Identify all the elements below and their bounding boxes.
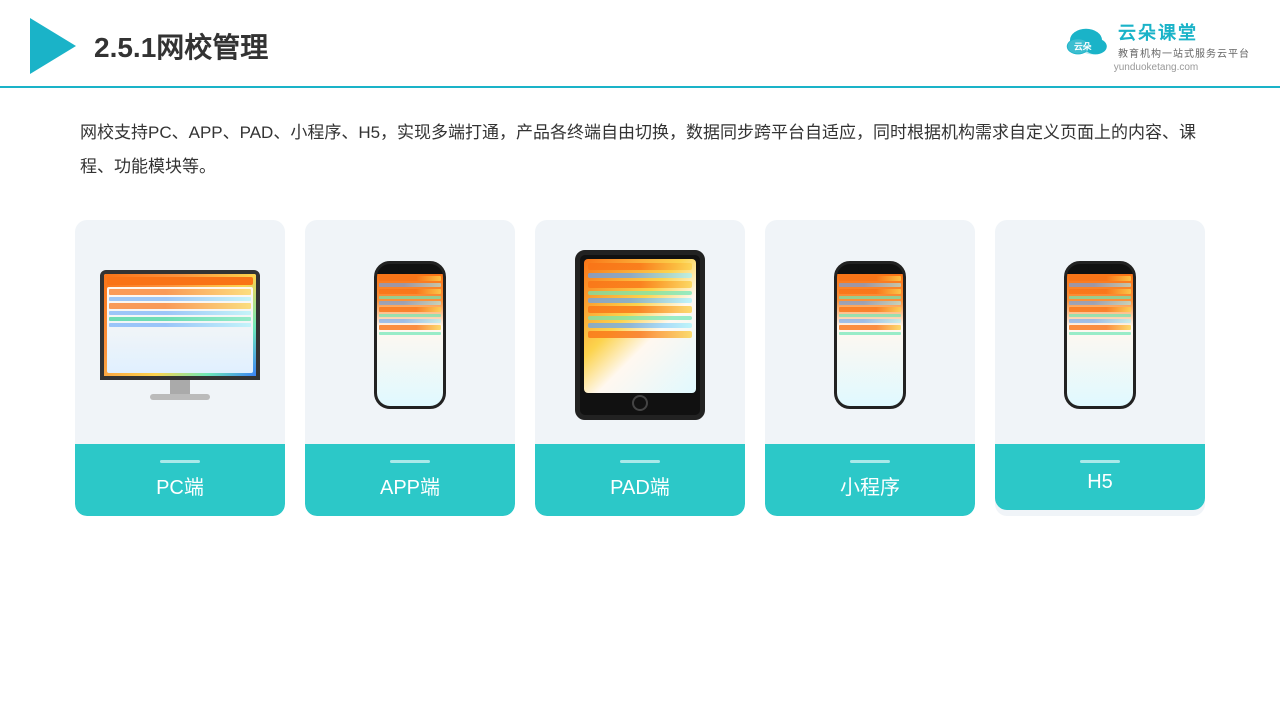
card-app: APP端 [305,220,515,516]
brand-section: 云朵 云朵课堂 教育机构一站式服务云平台 yunduoketang.com [1062,19,1250,73]
cards-container: PC端 [0,200,1280,536]
brand-logo: 云朵 云朵课堂 教育机构一站式服务云平台 [1062,19,1250,60]
card-mini-image [765,220,975,440]
brand-sub: 教育机构一站式服务云平台 [1118,45,1250,60]
svg-text:云朵: 云朵 [1074,41,1092,51]
logo-triangle-icon [30,18,76,74]
h5-phone-mockup [1064,261,1136,409]
mini-phone-body [834,261,906,409]
brand-text: 云朵课堂 教育机构一站式服务云平台 [1118,19,1250,60]
card-app-image [305,220,515,440]
cloud-icon: 云朵 [1062,24,1110,56]
card-pad-image [535,220,745,440]
card-pad: PAD端 [535,220,745,516]
card-app-label: APP端 [305,444,515,516]
card-mini: 小程序 [765,220,975,516]
brand-name: 云朵课堂 [1118,19,1198,45]
pc-screen [100,270,260,380]
mini-phone-mockup [834,261,906,409]
app-phone-body [374,261,446,409]
h5-phone-body [1064,261,1136,409]
card-pc-label: PC端 [75,444,285,516]
brand-url: yunduoketang.com [1114,62,1199,73]
card-pc-image [75,220,285,440]
page-title: 2.5.1网校管理 [94,26,268,66]
card-pad-label: PAD端 [535,444,745,516]
card-mini-label: 小程序 [765,444,975,516]
card-h5-label: H5 [995,444,1205,510]
description-text: 网校支持PC、APP、PAD、小程序、H5，实现多端打通，产品各终端自由切换，数… [0,88,1280,200]
tablet-body [575,250,705,420]
tablet-mockup [575,250,705,420]
card-h5-image [995,220,1205,440]
pc-mockup [100,270,260,400]
card-h5: H5 [995,220,1205,516]
app-phone-mockup [374,261,446,409]
header: 2.5.1网校管理 云朵 云朵课堂 教育机构一站式服务云平台 yunduoket… [0,0,1280,88]
header-left: 2.5.1网校管理 [30,18,268,74]
card-pc: PC端 [75,220,285,516]
